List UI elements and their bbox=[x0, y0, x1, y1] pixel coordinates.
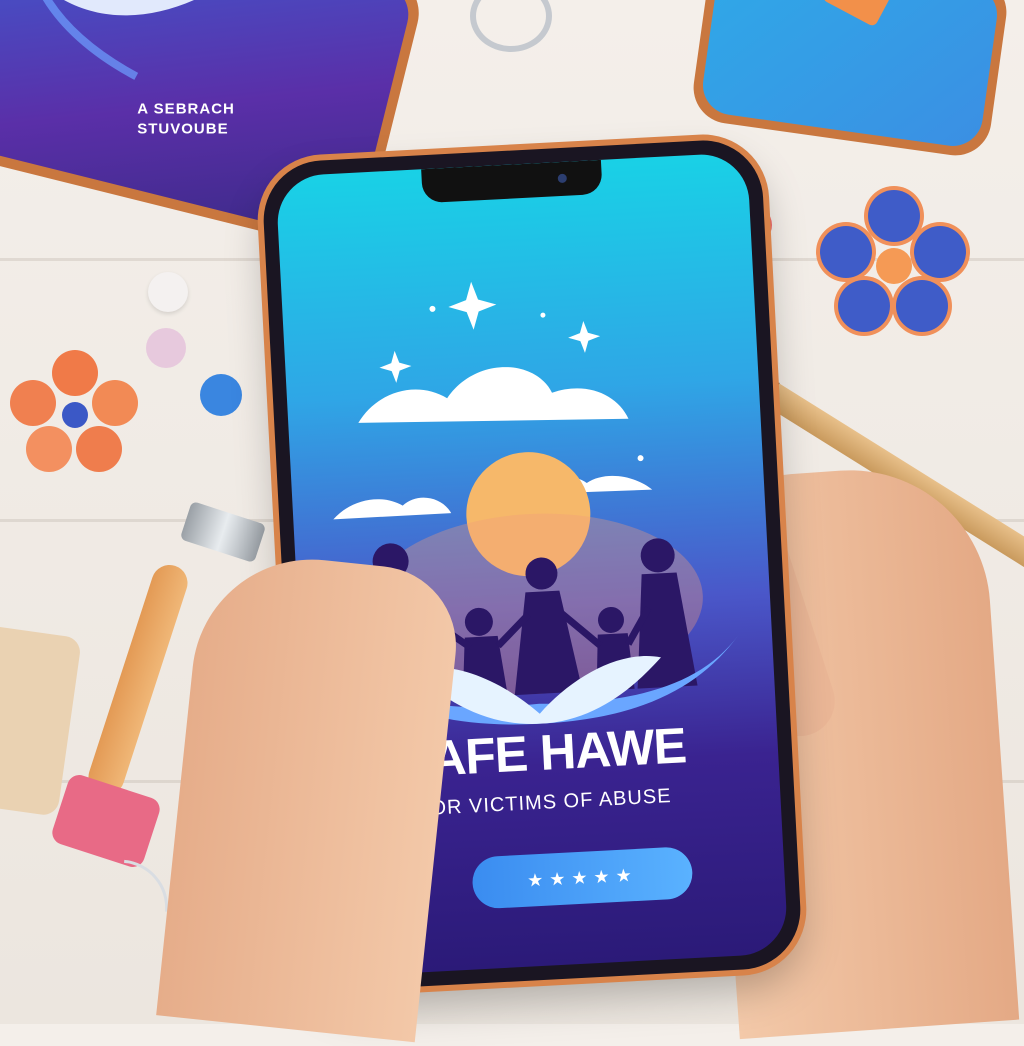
tool-clip-icon bbox=[49, 771, 163, 871]
background-phone-left-label: A SEBRACH STUVOUBE bbox=[137, 100, 235, 140]
tool-handle-icon bbox=[83, 560, 193, 800]
camera-icon bbox=[557, 173, 568, 184]
left-hand bbox=[156, 547, 464, 1043]
keyring-icon bbox=[470, 0, 552, 52]
flower-right-icon bbox=[818, 190, 968, 340]
tag-icon bbox=[821, 0, 892, 28]
blue-dot-icon bbox=[200, 374, 242, 416]
flower-left-icon bbox=[10, 350, 140, 480]
rating-button[interactable]: ★★★★★ bbox=[471, 846, 694, 910]
phone-notch bbox=[421, 159, 603, 204]
background-phone-left-label-line1: A SEBRACH bbox=[137, 100, 235, 118]
background-phone-right bbox=[688, 0, 1012, 161]
rating-stars: ★★★★★ bbox=[526, 864, 639, 891]
background-phone-left-label-line2: STUVOUBE bbox=[137, 120, 229, 138]
tool-head-icon bbox=[179, 500, 267, 564]
white-dot-icon bbox=[148, 272, 188, 312]
pink-dot-icon bbox=[146, 328, 186, 368]
background-phone-right-screen bbox=[699, 0, 1001, 150]
